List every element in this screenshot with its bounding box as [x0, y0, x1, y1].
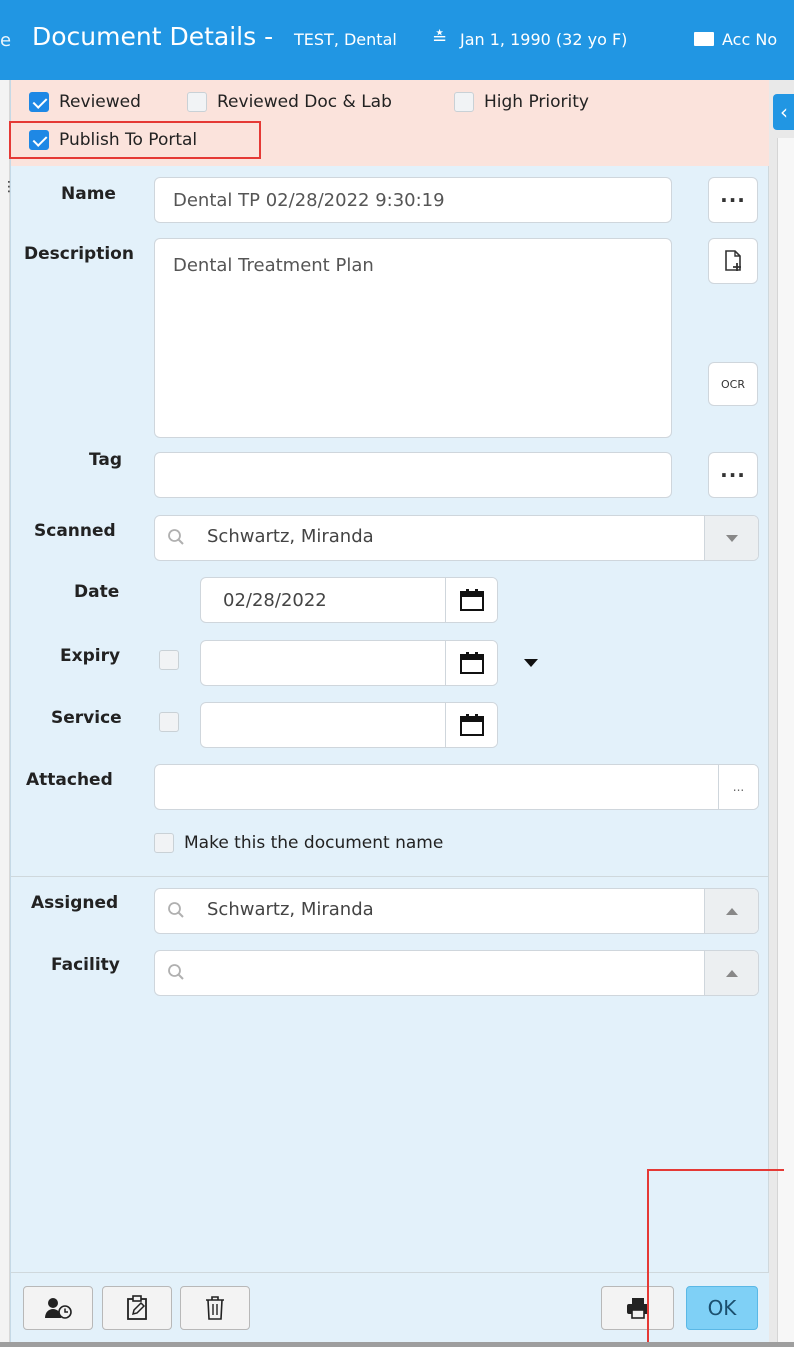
name-options-button[interactable]: ···	[708, 177, 758, 223]
expiry-input[interactable]	[200, 640, 498, 686]
reviewed-label: Reviewed	[59, 92, 141, 112]
service-input[interactable]	[200, 702, 498, 748]
patient-name: TEST, Dental	[294, 30, 397, 49]
ocr-button[interactable]: OCR	[708, 362, 758, 406]
trash-icon	[206, 1296, 224, 1320]
high-priority-checkbox-row[interactable]: High Priority	[454, 92, 589, 112]
ok-button-label: OK	[707, 1296, 737, 1320]
calendar-icon	[459, 652, 484, 674]
document-flags: Reviewed Reviewed Doc & Lab High Priorit…	[9, 80, 769, 166]
date-label: Date	[74, 582, 120, 602]
ok-button[interactable]: OK	[686, 1286, 758, 1330]
side-panel: ‹	[768, 80, 794, 1347]
expiry-checkbox[interactable]	[159, 650, 179, 670]
briefcase-icon	[694, 32, 714, 46]
name-input[interactable]: Dental TP 02/28/2022 9:30:19	[154, 177, 672, 223]
dialog-title: Document Details -	[32, 22, 274, 51]
description-textarea[interactable]: Dental Treatment Plan	[154, 238, 672, 438]
user-clock-icon	[45, 1298, 72, 1319]
dialog-footer: OK	[11, 1272, 769, 1342]
make-document-name-row[interactable]: Make this the document name	[154, 833, 443, 853]
header-lead-fragment: e	[0, 30, 12, 51]
account-number-label: Acc No	[722, 30, 778, 49]
attached-browse-label: ...	[732, 780, 745, 794]
annotation-highlight-portal	[9, 121, 261, 159]
assign-reminder-button[interactable]	[23, 1286, 93, 1330]
search-icon	[168, 902, 184, 918]
assigned-dropdown-button[interactable]	[704, 889, 758, 933]
print-button[interactable]	[601, 1286, 674, 1330]
search-icon	[168, 529, 184, 545]
service-calendar-button[interactable]	[445, 703, 497, 747]
birthday-cake-icon: ≛	[432, 28, 448, 49]
clipboard-edit-icon	[127, 1295, 147, 1320]
assigned-label: Assigned	[31, 893, 119, 913]
scanned-label: Scanned	[34, 521, 116, 541]
scanned-dropdown-button[interactable]	[704, 516, 758, 560]
add-document-icon	[725, 250, 741, 271]
make-document-name-label: Make this the document name	[184, 833, 444, 853]
side-panel-content	[777, 138, 794, 1347]
name-label: Name	[61, 184, 116, 204]
assigned-select[interactable]: Schwartz, Miranda	[154, 888, 759, 934]
scanned-value: Schwartz, Miranda	[207, 526, 374, 547]
description-label: Description	[24, 244, 134, 264]
calendar-icon	[459, 589, 484, 611]
search-icon	[168, 964, 184, 980]
service-checkbox[interactable]	[159, 712, 179, 732]
tag-options-button[interactable]: ···	[708, 452, 758, 498]
facility-label: Facility	[51, 955, 120, 975]
high-priority-label: High Priority	[484, 92, 589, 112]
reviewed-doc-lab-checkbox-row[interactable]: Reviewed Doc & Lab	[187, 92, 392, 112]
name-value: Dental TP 02/28/2022 9:30:19	[173, 189, 445, 211]
tag-input[interactable]	[154, 452, 672, 498]
chevron-up-icon	[725, 969, 738, 977]
background-app-strip: ⋮	[0, 0, 16, 1347]
dialog-header: e Document Details - TEST, Dental ≛ Jan …	[0, 0, 794, 80]
attached-input[interactable]: ...	[154, 764, 759, 810]
window-bottom-edge	[0, 1342, 794, 1347]
scanned-select[interactable]: Schwartz, Miranda	[154, 515, 759, 561]
calendar-icon	[459, 714, 484, 736]
more-options-icon: ···	[720, 188, 746, 212]
document-details-dialog: Reviewed Reviewed Doc & Lab High Priorit…	[9, 80, 769, 1342]
high-priority-checkbox[interactable]	[454, 92, 474, 112]
date-input[interactable]: 02/28/2022	[200, 577, 498, 623]
facility-dropdown-button[interactable]	[704, 951, 758, 995]
page: ⋮ e Document Details - TEST, Dental ≛ Ja…	[0, 0, 794, 1347]
description-value: Dental Treatment Plan	[173, 255, 374, 276]
expiry-label: Expiry	[60, 646, 121, 666]
more-options-icon: ···	[720, 463, 746, 487]
date-value: 02/28/2022	[223, 590, 327, 611]
attached-label: Attached	[26, 770, 113, 790]
reviewed-doc-lab-label: Reviewed Doc & Lab	[217, 92, 392, 112]
attached-browse-button[interactable]: ...	[718, 765, 758, 809]
annotation-highlight-ok-top	[647, 1169, 784, 1171]
reviewed-checkbox-row[interactable]: Reviewed	[29, 92, 141, 112]
assigned-value: Schwartz, Miranda	[207, 899, 374, 920]
chevron-down-icon	[725, 534, 738, 542]
service-label: Service	[51, 708, 122, 728]
section-divider	[11, 876, 769, 877]
expiry-calendar-button[interactable]	[445, 641, 497, 685]
patient-dob: Jan 1, 1990 (32 yo F)	[460, 30, 628, 49]
clipboard-edit-button[interactable]	[102, 1286, 172, 1330]
collapse-panel-button[interactable]: ‹	[773, 94, 794, 130]
reviewed-checkbox[interactable]	[29, 92, 49, 112]
reviewed-doc-lab-checkbox[interactable]	[187, 92, 207, 112]
expiry-options-dropdown-icon[interactable]	[524, 659, 538, 667]
chevron-up-icon	[725, 907, 738, 915]
add-document-button[interactable]	[708, 238, 758, 284]
tag-label: Tag	[89, 450, 123, 470]
make-document-name-checkbox[interactable]	[154, 833, 174, 853]
ocr-label: OCR	[721, 377, 745, 391]
facility-select[interactable]	[154, 950, 759, 996]
annotation-highlight-ok-left	[647, 1169, 649, 1347]
date-calendar-button[interactable]	[445, 578, 497, 622]
delete-button[interactable]	[180, 1286, 250, 1330]
